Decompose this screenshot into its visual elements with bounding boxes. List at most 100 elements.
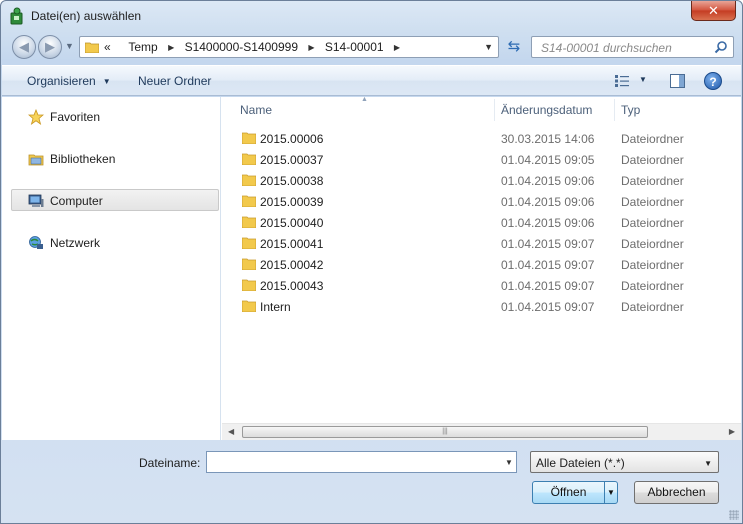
file-name: 2015.00006 [260, 132, 324, 146]
nav-item-libraries[interactable]: Bibliotheken [2, 148, 219, 170]
file-type: Dateiordner [621, 258, 684, 272]
folder-icon [85, 42, 99, 53]
title-bar[interactable]: Datei(en) auswählen ✕ [1, 1, 742, 31]
search-input[interactable]: S14-00001 durchsuchen [541, 41, 672, 55]
back-button[interactable]: ◀ [12, 35, 36, 59]
refresh-icon: ⇆ [507, 38, 521, 55]
file-row[interactable]: 2015.00041 01.04.2015 09:07 Dateiordner [222, 233, 741, 254]
sort-ascending-icon: ▲ [361, 96, 368, 103]
file-row[interactable]: 2015.00038 01.04.2015 09:06 Dateiordner [222, 170, 741, 191]
refresh-button[interactable]: ⇆ [503, 37, 525, 57]
breadcrumb: « Temp ▶ S1400000-S1400999 ▶ S14-00001 ▶ [104, 40, 407, 54]
filename-input[interactable] [206, 451, 517, 473]
scroll-right-icon[interactable]: ▶ [729, 427, 735, 436]
network-icon [29, 236, 43, 249]
nav-item-network[interactable]: Netzwerk [2, 232, 219, 254]
organize-button[interactable]: Organisieren ▼ [27, 74, 111, 88]
file-row[interactable]: 2015.00006 30.03.2015 14:06 Dateiordner [222, 128, 741, 149]
column-header: ▲ Name Änderungsdatum Typ [222, 96, 741, 123]
nav-item-computer[interactable]: Computer [11, 189, 219, 211]
file-name: Intern [260, 300, 291, 314]
computer-icon [28, 194, 44, 207]
folder-icon [242, 195, 256, 207]
column-divider[interactable] [494, 99, 495, 121]
search-box[interactable]: S14-00001 durchsuchen [531, 36, 734, 58]
address-dropdown-icon[interactable]: ▼ [484, 42, 493, 52]
breadcrumb-separator-icon[interactable]: ▶ [168, 43, 174, 52]
resize-grip-icon[interactable] [729, 510, 739, 520]
forward-button[interactable]: ▶ [38, 35, 62, 59]
nav-label: Netzwerk [50, 236, 101, 250]
file-row[interactable]: 2015.00039 01.04.2015 09:06 Dateiordner [222, 191, 741, 212]
view-dropdown-icon[interactable]: ▼ [639, 75, 647, 84]
file-row[interactable]: 2015.00037 01.04.2015 09:05 Dateiordner [222, 149, 741, 170]
cancel-button[interactable]: Abbrechen [634, 481, 719, 504]
file-date: 01.04.2015 09:07 [501, 258, 595, 272]
file-row[interactable]: 2015.00042 01.04.2015 09:07 Dateiordner [222, 254, 741, 275]
chevron-down-icon: ▼ [102, 77, 111, 86]
address-bar[interactable]: « Temp ▶ S1400000-S1400999 ▶ S14-00001 ▶… [79, 36, 499, 58]
folder-icon [242, 279, 256, 291]
search-icon[interactable] [714, 40, 728, 54]
preview-pane-icon[interactable] [670, 74, 685, 88]
file-row[interactable]: 2015.00043 01.04.2015 09:07 Dateiordner [222, 275, 741, 296]
file-list: ▲ Name Änderungsdatum Typ 2015.00006 30.… [222, 96, 741, 440]
view-options-icon[interactable] [614, 74, 630, 88]
file-name: 2015.00039 [260, 195, 324, 209]
scroll-left-icon[interactable]: ◀ [228, 427, 234, 436]
file-name: 2015.00040 [260, 216, 324, 230]
navigation-pane: Favoriten Bibliotheken Computer Netzwerk [2, 97, 221, 440]
file-name: 2015.00043 [260, 279, 324, 293]
horizontal-scrollbar[interactable]: ◀ ||| ▶ [222, 423, 741, 440]
file-row[interactable]: 2015.00040 01.04.2015 09:06 Dateiordner [222, 212, 741, 233]
folder-icon [242, 174, 256, 186]
nav-label: Bibliotheken [50, 152, 116, 166]
column-name[interactable]: Name [240, 103, 272, 117]
folder-icon [242, 258, 256, 270]
column-divider[interactable] [614, 99, 615, 121]
column-date[interactable]: Änderungsdatum [501, 103, 592, 117]
folder-icon [242, 132, 256, 144]
help-button[interactable]: ? [704, 72, 722, 90]
filename-dropdown-icon[interactable]: ▼ [505, 458, 513, 467]
folder-icon [242, 237, 256, 249]
close-button[interactable]: ✕ [691, 1, 736, 21]
file-date: 01.04.2015 09:06 [501, 216, 595, 230]
arrow-left-icon: ◀ [19, 39, 29, 54]
file-name: 2015.00041 [260, 237, 324, 251]
file-type-filter[interactable]: Alle Dateien (*.*) ▼ [530, 451, 719, 473]
file-date: 30.03.2015 14:06 [501, 132, 595, 146]
file-type: Dateiordner [621, 300, 684, 314]
filename-label: Dateiname: [139, 456, 201, 470]
recent-locations-dropdown-icon[interactable]: ▼ [65, 41, 74, 51]
chevron-down-icon: ▼ [704, 459, 712, 468]
app-icon [10, 7, 23, 25]
breadcrumb-item-temp[interactable]: Temp [128, 40, 157, 54]
file-open-dialog: Datei(en) auswählen ✕ ◀ ▶ ▼ « Temp ▶ S14… [0, 0, 743, 524]
breadcrumb-item-range[interactable]: S1400000-S1400999 [185, 40, 298, 54]
file-date: 01.04.2015 09:05 [501, 153, 595, 167]
nav-item-favorites[interactable]: Favoriten [2, 106, 219, 128]
file-date: 01.04.2015 09:07 [501, 300, 595, 314]
file-type: Dateiordner [621, 153, 684, 167]
chevron-down-icon: ▼ [607, 488, 615, 497]
scrollbar-thumb[interactable]: ||| [242, 426, 648, 438]
breadcrumb-separator-icon[interactable]: ▶ [308, 43, 314, 52]
main-content: Favoriten Bibliotheken Computer Netzwerk… [2, 96, 741, 440]
open-button[interactable]: Öffnen [532, 481, 605, 504]
column-type[interactable]: Typ [621, 103, 640, 117]
breadcrumb-item-current[interactable]: S14-00001 [325, 40, 384, 54]
folder-icon [242, 216, 256, 228]
open-options-button[interactable]: ▼ [604, 481, 618, 504]
nav-label: Computer [50, 194, 103, 208]
breadcrumb-separator-icon[interactable]: ▶ [394, 43, 400, 52]
organize-label: Organisieren [27, 74, 96, 88]
help-icon: ? [709, 75, 717, 89]
breadcrumb-overflow[interactable]: « [104, 40, 111, 54]
folder-icon [242, 300, 256, 312]
new-folder-button[interactable]: Neuer Ordner [138, 74, 211, 88]
window-title: Datei(en) auswählen [31, 9, 142, 23]
folder-icon [242, 153, 256, 165]
library-icon [28, 154, 44, 166]
file-row[interactable]: Intern 01.04.2015 09:07 Dateiordner [222, 296, 741, 317]
